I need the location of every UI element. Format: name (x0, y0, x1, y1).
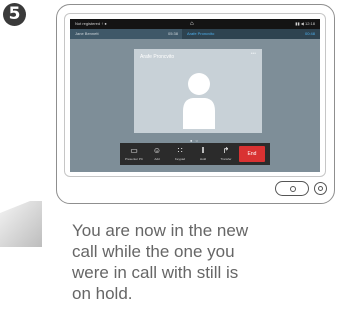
touch-controller-device: Not registered ↑ ● ⌂ ▮▮ ◀ 12:18 Jane Ben… (56, 4, 335, 204)
add-button[interactable]: ☺ Add (147, 143, 167, 165)
decorative-fold-shape (0, 201, 42, 247)
registration-status: Not registered ↑ ● (75, 21, 107, 26)
call-toolbar: ▭ Presenter PC ☺ Add ∷ Keypad ‖ Hold ↱ T… (120, 143, 270, 165)
pause-icon: ‖ (201, 146, 205, 155)
laptop-icon: ▭ (130, 146, 138, 155)
instruction-caption: You are now in the new call while the on… (72, 221, 249, 303)
home-button-dot (290, 186, 296, 192)
power-icon (318, 186, 323, 191)
transfer-icon: ↱ (222, 146, 230, 155)
keypad-label: Keypad (174, 157, 186, 161)
participant-video-panel: Arafe Proncvito ••• (134, 49, 262, 133)
presenter-button[interactable]: ▭ Presenter PC (124, 143, 144, 165)
power-button[interactable] (314, 182, 327, 195)
end-call-button[interactable]: End (239, 146, 265, 162)
presenter-label: Presenter PC (124, 157, 143, 161)
home-button[interactable] (275, 181, 309, 196)
transfer-label: Transfer (220, 157, 232, 161)
step-number-badge: 5 (3, 3, 26, 26)
keypad-icon: ∷ (177, 146, 183, 155)
call-tab-time: 05:38 (167, 31, 178, 36)
person-icon: ☺ (152, 146, 162, 155)
call-tab-time: 00:48 (304, 31, 315, 36)
call-tab-name: Arafe Proncvito (187, 31, 215, 36)
participant-name: Arafe Proncvito (140, 54, 175, 60)
transfer-button[interactable]: ↱ Transfer (216, 143, 236, 165)
call-tab-active[interactable]: Arafe Proncvito 00:48 (182, 29, 320, 39)
add-label: Add (154, 157, 160, 161)
system-status: ▮▮ ◀ 12:18 (295, 21, 315, 26)
device-screen: Not registered ↑ ● ⌂ ▮▮ ◀ 12:18 Jane Ben… (70, 19, 320, 172)
call-tab-name: Jane Bennett (75, 31, 99, 36)
more-options-icon[interactable]: ••• (251, 51, 256, 57)
keypad-button[interactable]: ∷ Keypad (170, 143, 190, 165)
hold-label: Hold (199, 157, 207, 161)
call-tab-on-hold[interactable]: Jane Bennett 05:38 (70, 29, 182, 39)
hold-button[interactable]: ‖ Hold (193, 143, 213, 165)
status-bar: Not registered ↑ ● ⌂ ▮▮ ◀ 12:18 (70, 19, 320, 29)
avatar (183, 73, 215, 129)
call-bar: Jane Bennett 05:38 Arafe Proncvito 00:48 (70, 29, 320, 39)
home-icon[interactable]: ⌂ (190, 19, 194, 29)
